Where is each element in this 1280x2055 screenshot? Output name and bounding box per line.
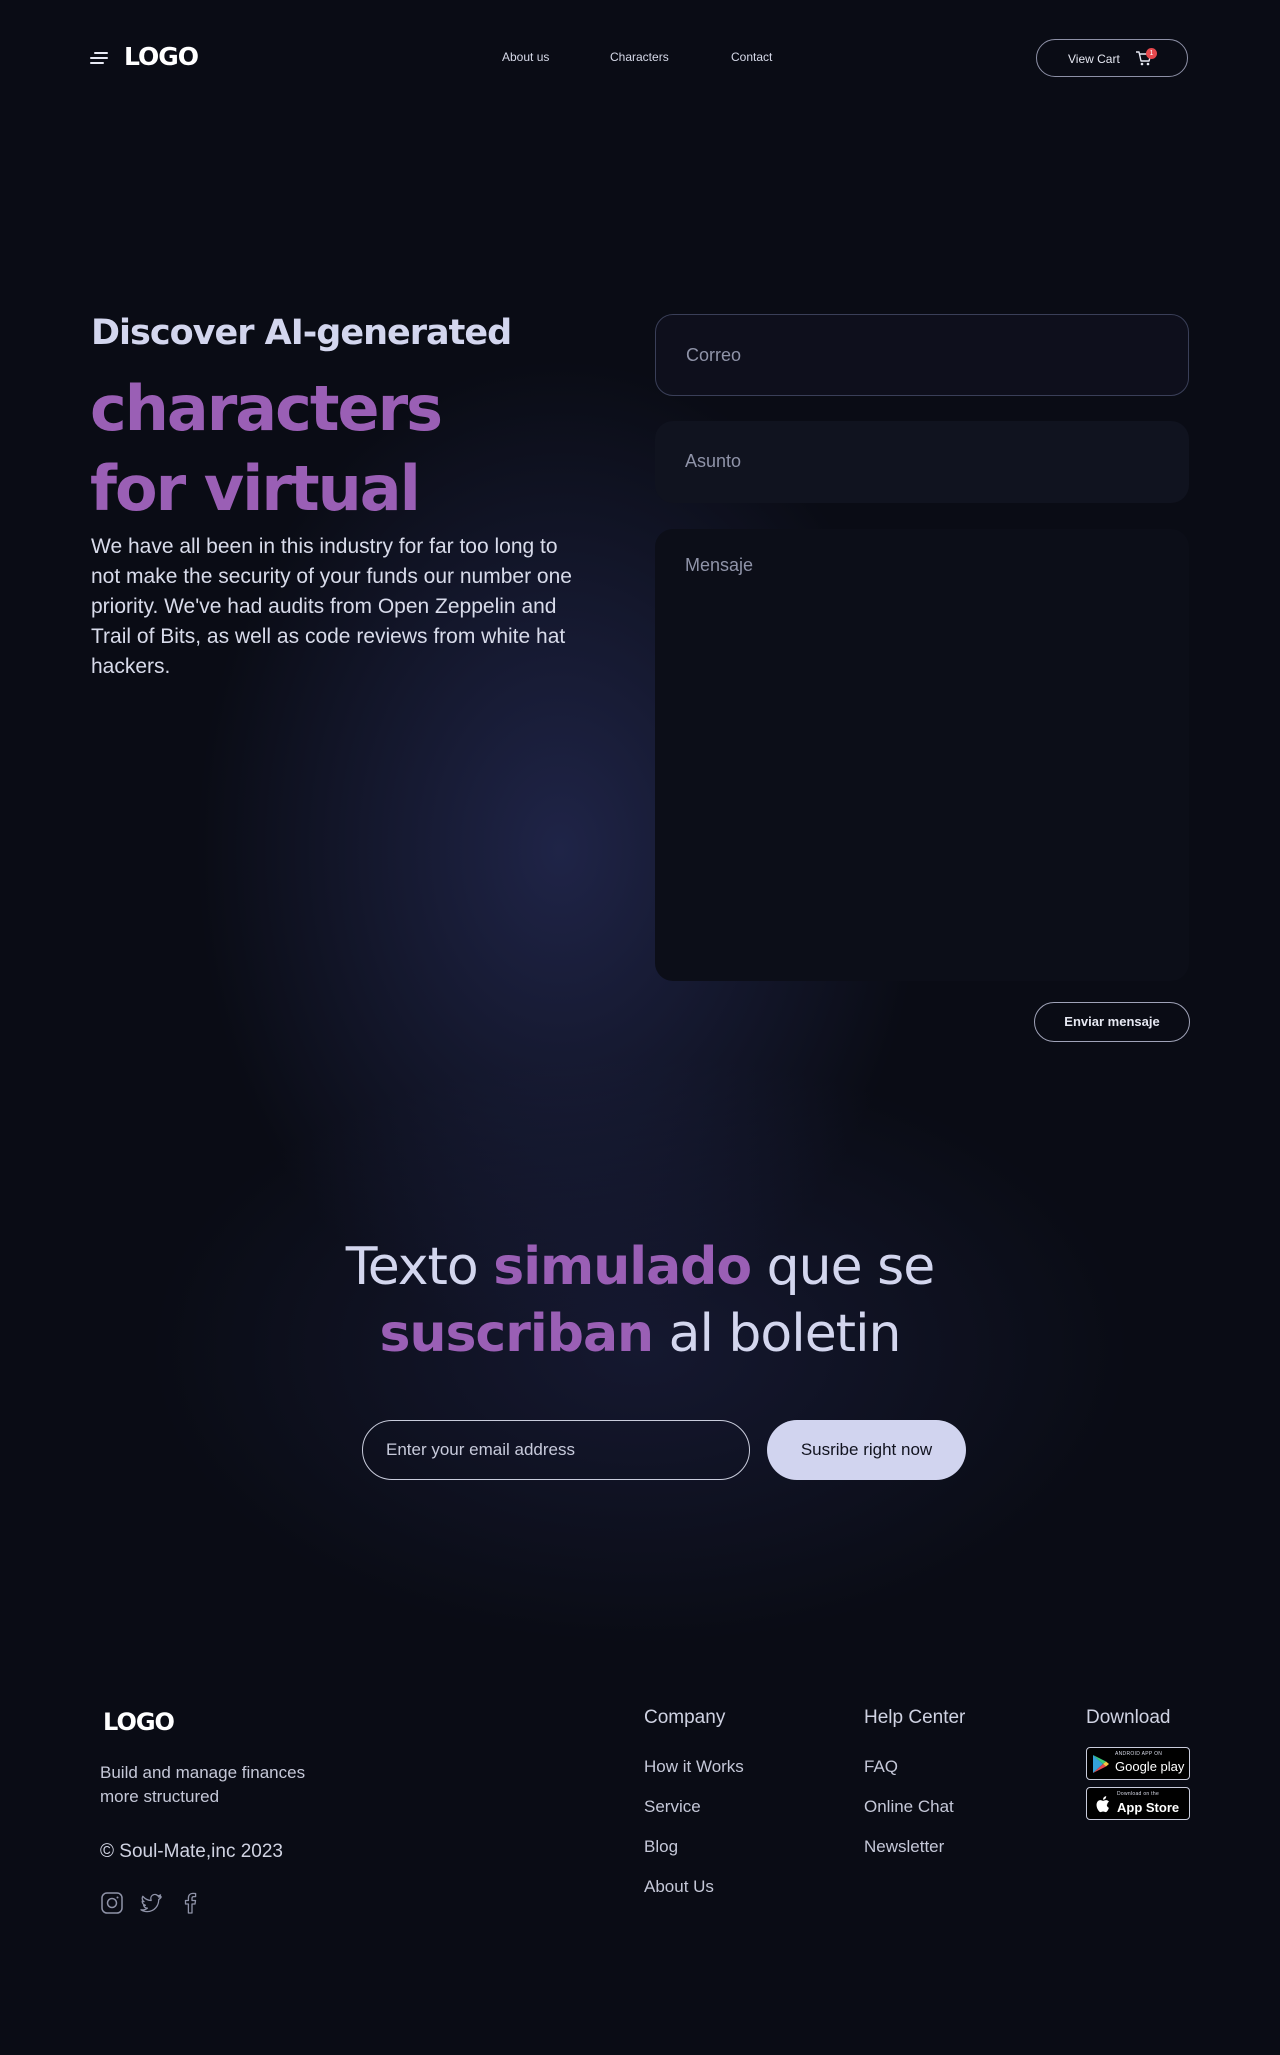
nav-contact[interactable]: Contact (731, 50, 772, 64)
newsletter-word-simulado: simulado (493, 1237, 752, 1297)
footer-link-service[interactable]: Service (644, 1797, 701, 1817)
newsletter-heading-line1: Texto simulado que se (0, 1237, 1280, 1297)
footer-company-heading: Company (644, 1707, 726, 1728)
hero-kicker: Discover AI-generated (91, 313, 512, 353)
view-cart-label: View Cart (1068, 52, 1120, 66)
newsletter-word-suscriban: suscriban (379, 1304, 655, 1364)
hero-title-line1: characters (90, 372, 443, 445)
cart-count-badge: 1 (1146, 48, 1157, 59)
apple-icon (1096, 1796, 1109, 1813)
footer-link-online-chat[interactable]: Online Chat (864, 1797, 954, 1817)
hamburger-menu-icon[interactable] (90, 52, 108, 65)
header-logo[interactable]: LOGO (124, 42, 199, 71)
footer-link-blog[interactable]: Blog (644, 1837, 678, 1857)
subscribe-button[interactable]: Susribe right now (767, 1420, 966, 1480)
google-play-big-text: Google play (1115, 1759, 1185, 1774)
footer-logo[interactable]: LOGO (103, 1708, 175, 1736)
footer-help-center-heading: Help Center (864, 1707, 966, 1728)
subject-field[interactable]: Asunto (655, 421, 1189, 503)
twitter-icon[interactable] (139, 1891, 163, 1915)
footer-tagline: Build and manage finances more structure… (100, 1763, 306, 1806)
site-header: LOGO About us Characters Contact View Ca… (0, 0, 1280, 118)
nav-characters[interactable]: Characters (610, 50, 669, 64)
footer-link-about-us[interactable]: About Us (644, 1877, 714, 1897)
google-play-badge[interactable]: ANDROID APP ON Google play (1086, 1747, 1190, 1780)
facebook-icon[interactable] (178, 1891, 202, 1915)
app-store-badge[interactable]: Download on the App Store (1086, 1787, 1190, 1820)
view-cart-button[interactable]: View Cart 1 (1036, 39, 1188, 77)
hero-title-line2: for virtual (90, 452, 421, 525)
subject-placeholder: Asunto (685, 451, 742, 471)
nav-about-us[interactable]: About us (502, 50, 549, 64)
instagram-icon[interactable] (100, 1891, 124, 1915)
email-placeholder: Correo (686, 345, 742, 365)
google-play-small-text: ANDROID APP ON (1115, 1751, 1163, 1757)
footer-download-heading: Download (1086, 1707, 1171, 1728)
email-field[interactable]: Correo (655, 314, 1189, 396)
footer-link-how-it-works[interactable]: How it Works (644, 1757, 744, 1777)
newsletter-email-input[interactable]: Enter your email address (362, 1420, 750, 1480)
app-store-big-text: App Store (1117, 1800, 1180, 1815)
newsletter-heading-line2: suscriban al boletin (0, 1304, 1280, 1364)
message-placeholder: Mensaje (685, 555, 754, 575)
newsletter-word-que-se: que se (766, 1237, 936, 1297)
hero-description: We have all been in this industry for fa… (91, 535, 572, 678)
footer-link-faq[interactable]: FAQ (864, 1757, 898, 1777)
newsletter-word-al-boletin: al boletin (668, 1304, 902, 1364)
footer-copyright: © Soul-Mate,inc 2023 (100, 1841, 283, 1862)
app-store-small-text: Download on the (1117, 1791, 1160, 1797)
footer-link-newsletter[interactable]: Newsletter (864, 1837, 944, 1857)
google-play-icon (1093, 1755, 1109, 1773)
send-message-button[interactable]: Enviar mensaje (1034, 1002, 1190, 1042)
message-textarea[interactable]: Mensaje (655, 529, 1189, 981)
newsletter-word-texto: Texto (345, 1237, 479, 1297)
